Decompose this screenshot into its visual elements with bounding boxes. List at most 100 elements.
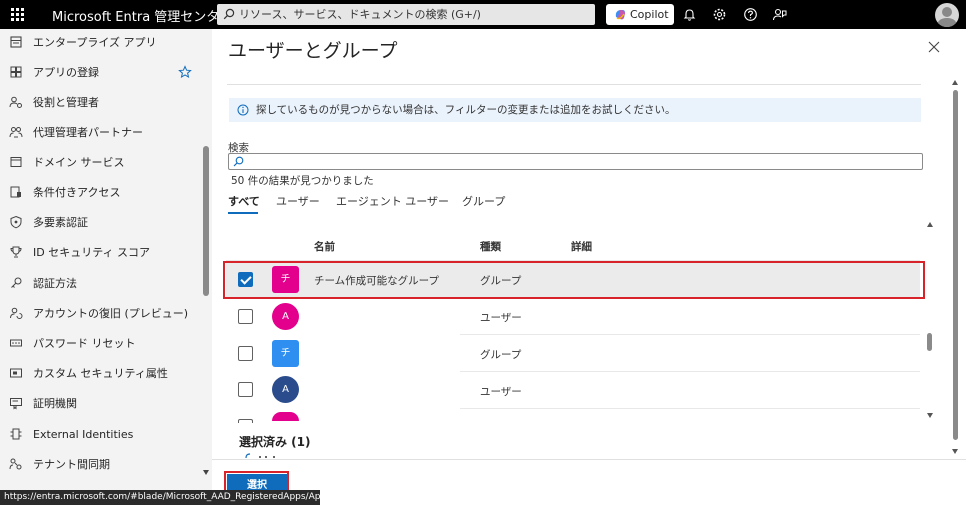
portal-brand[interactable]: Microsoft Entra 管理センター bbox=[52, 6, 232, 25]
sidebar-item-identity-secure-score[interactable]: ID セキュリティ スコア bbox=[0, 238, 200, 266]
app-registration-icon bbox=[10, 66, 22, 78]
tab-groups[interactable]: グループ bbox=[462, 193, 505, 209]
row-checkbox[interactable] bbox=[238, 382, 253, 397]
row-checkbox[interactable] bbox=[238, 419, 253, 423]
feedback-icon[interactable] bbox=[772, 7, 787, 22]
sidebar-item-label: エンタープライズ アプリ bbox=[33, 36, 157, 49]
panel-scroll-thumb[interactable] bbox=[953, 90, 958, 440]
certificate-icon bbox=[10, 398, 22, 410]
sidebar-item-custom-security-attributes[interactable]: カスタム セキュリティ属性 bbox=[0, 359, 200, 387]
table-row[interactable] bbox=[226, 372, 920, 409]
grid-icon bbox=[10, 36, 22, 48]
user-avatar[interactable] bbox=[935, 3, 959, 27]
sidebar-item-external-identities[interactable]: External Identities bbox=[0, 420, 200, 448]
partner-icon bbox=[9, 127, 23, 138]
group-avatar: チ bbox=[272, 340, 299, 367]
sidebar-item-label: External Identities bbox=[33, 427, 134, 441]
info-icon bbox=[237, 104, 249, 116]
panel-scroll-down-arrow[interactable] bbox=[952, 449, 958, 454]
active-tab-indicator bbox=[228, 212, 258, 214]
user-avatar bbox=[272, 412, 299, 421]
help-icon[interactable] bbox=[743, 7, 758, 22]
sidebar-item-label: 代理管理者パートナー bbox=[33, 126, 143, 139]
user-avatar: A bbox=[272, 303, 299, 330]
sidebar-item-label: 認証方法 bbox=[33, 277, 77, 290]
sidebar-item-label: アカウントの復旧 (プレビュー) bbox=[33, 307, 189, 320]
sync-icon bbox=[9, 458, 22, 470]
info-banner: 探しているものが見つからない場合は、フィルターの変更または追加をお試しください。 bbox=[229, 98, 921, 122]
app-launcher-icon[interactable] bbox=[11, 8, 24, 21]
domain-icon bbox=[10, 157, 22, 167]
sidebar-item-domain-services[interactable]: ドメイン サービス bbox=[0, 148, 200, 176]
attributes-icon bbox=[10, 368, 22, 378]
global-search-input[interactable]: リソース、サービス、ドキュメントの検索 (G+/) bbox=[217, 4, 595, 25]
info-banner-text: 探しているものが見つからない場合は、フィルターの変更または追加をお試しください。 bbox=[256, 104, 676, 116]
settings-gear-icon[interactable] bbox=[712, 7, 727, 22]
column-header-type: 種類 bbox=[480, 241, 501, 253]
sidebar-item-label: アプリの登録 bbox=[33, 66, 99, 79]
list-scroll-down-arrow[interactable] bbox=[927, 413, 933, 418]
roles-icon bbox=[9, 96, 22, 108]
table-row[interactable] bbox=[226, 335, 920, 372]
sidebar-item-account-recovery[interactable]: アカウントの復旧 (プレビュー) bbox=[0, 299, 200, 327]
list-scroll-thumb[interactable] bbox=[927, 333, 932, 351]
sidebar-item-label: 証明機関 bbox=[33, 397, 77, 410]
sidebar-item-certificate-authorities[interactable]: 証明機関 bbox=[0, 389, 200, 417]
conditional-access-icon bbox=[10, 186, 21, 198]
trophy-icon bbox=[10, 246, 22, 258]
sidebar-scroll-down-arrow[interactable] bbox=[203, 470, 209, 475]
copilot-button[interactable]: Copilot bbox=[606, 4, 674, 25]
sidebar-item-cross-tenant-sync[interactable]: テナント間同期 bbox=[0, 450, 200, 478]
sidebar-item-label: テナント間同期 bbox=[33, 458, 110, 471]
notification-bell-icon[interactable] bbox=[682, 7, 697, 22]
tab-all[interactable]: すべて bbox=[228, 193, 260, 209]
panel-scroll-up-arrow[interactable] bbox=[952, 80, 958, 85]
list-scroll-up-arrow[interactable] bbox=[927, 222, 933, 227]
sidebar-item-label: ID セキュリティ スコア bbox=[33, 246, 151, 259]
sidebar-item-conditional-access[interactable]: 条件付きアクセス bbox=[0, 178, 200, 206]
global-search-placeholder: リソース、サービス、ドキュメントの検索 (G+/) bbox=[239, 8, 481, 21]
sidebar-item-label: 役割と管理者 bbox=[33, 96, 99, 109]
sidebar-item-app-registrations[interactable]: アプリの登録 bbox=[0, 58, 200, 86]
row-type: ユーザー bbox=[480, 386, 522, 398]
sidebar-item-label: パスワード リセット bbox=[33, 337, 136, 350]
sidebar-scroll-thumb[interactable] bbox=[203, 146, 209, 296]
copilot-icon bbox=[615, 10, 625, 20]
shield-icon bbox=[10, 215, 22, 229]
sidebar-item-auth-methods[interactable]: 認証方法 bbox=[0, 269, 200, 297]
sidebar-item-delegated-partners[interactable]: 代理管理者パートナー bbox=[0, 118, 200, 146]
sidebar-item-roles-admins[interactable]: 役割と管理者 bbox=[0, 88, 200, 116]
row-checkbox[interactable] bbox=[238, 346, 253, 361]
panel-title: ユーザーとグループ bbox=[228, 40, 398, 62]
row-type: ユーザー bbox=[480, 312, 522, 324]
user-avatar-icon bbox=[937, 7, 957, 27]
tab-users[interactable]: ユーザー bbox=[276, 193, 320, 209]
sidebar-item-password-reset[interactable]: パスワード リセット bbox=[0, 329, 200, 357]
close-icon[interactable] bbox=[928, 41, 940, 53]
column-header-details: 詳細 bbox=[571, 241, 592, 253]
sidebar-item-label: 多要素認証 bbox=[33, 216, 88, 229]
search-icon bbox=[233, 156, 244, 167]
top-bar: Microsoft Entra 管理センター リソース、サービス、ドキュメントの… bbox=[0, 0, 966, 29]
account-recovery-icon bbox=[10, 307, 23, 319]
header-divider bbox=[227, 84, 921, 85]
search-input[interactable] bbox=[228, 153, 923, 170]
row-checkbox[interactable] bbox=[238, 309, 253, 324]
sidebar-item-mfa[interactable]: 多要素認証 bbox=[0, 208, 200, 236]
sidebar-item-label: 条件付きアクセス bbox=[33, 186, 121, 199]
tab-agent-users[interactable]: エージェント ユーザー bbox=[336, 193, 449, 209]
table-row[interactable] bbox=[226, 298, 920, 335]
footer-divider bbox=[212, 459, 966, 460]
sidebar: エンタープライズ アプリ アプリの登録 役割と管理者 代理管理者パートナー ドメ… bbox=[0, 29, 212, 505]
sidebar-item-label: カスタム セキュリティ属性 bbox=[33, 367, 168, 380]
result-count: 50 件の結果が見つかりました bbox=[231, 175, 374, 187]
copilot-label: Copilot bbox=[630, 8, 669, 21]
key-icon bbox=[11, 277, 22, 288]
selected-row-highlight bbox=[223, 261, 925, 299]
favorite-star-icon[interactable] bbox=[178, 65, 192, 79]
sidebar-scrollbar[interactable] bbox=[201, 29, 212, 505]
sidebar-item-enterprise-apps[interactable]: エンタープライズ アプリ bbox=[0, 28, 200, 56]
search-icon bbox=[223, 8, 235, 20]
sidebar-item-label: ドメイン サービス bbox=[33, 156, 125, 169]
row-divider bbox=[460, 408, 920, 409]
